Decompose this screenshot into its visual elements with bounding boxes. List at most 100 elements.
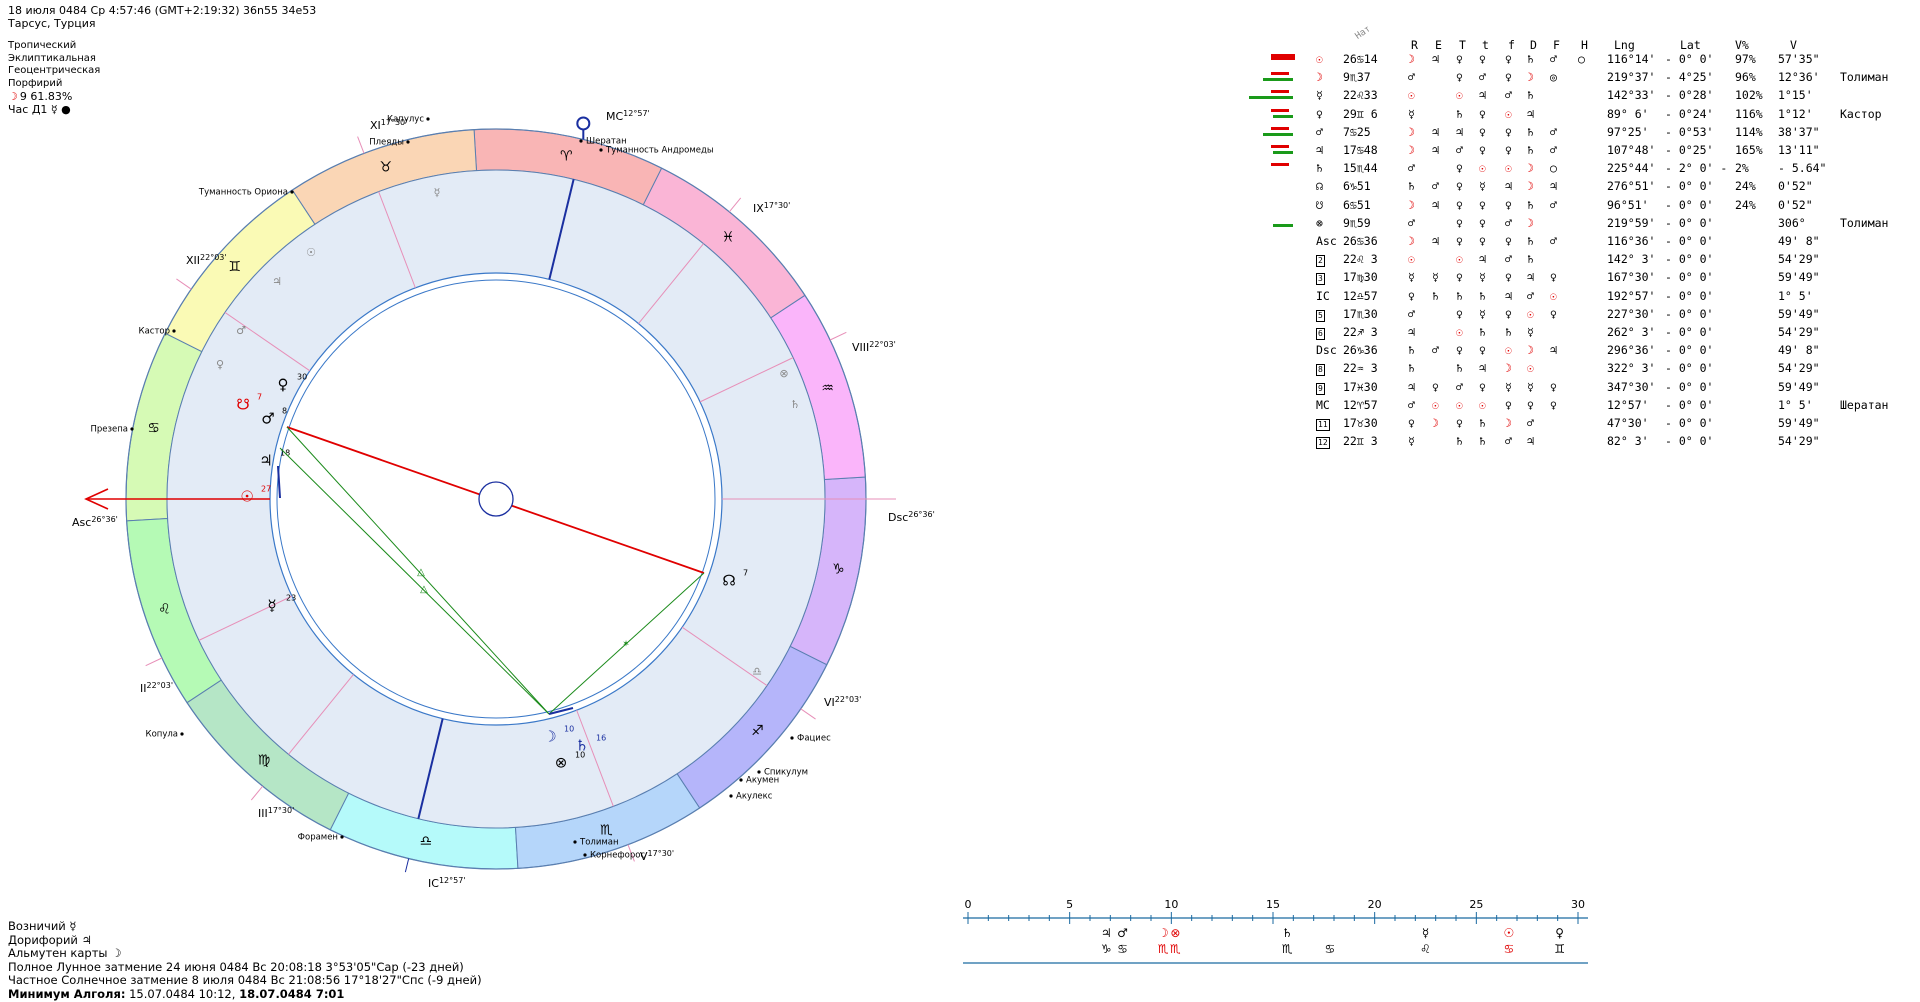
row-latitude: - 0° 0' xyxy=(1665,197,1714,212)
row-ruler-glyph: ♀ xyxy=(1550,379,1557,394)
table-row[interactable]: 12 22♊ 3 ☿ ♄ ♄ ♂ ♃ 82° 3' - 0° 0' 54'29" xyxy=(1240,432,1920,450)
row-position: 7♋25 xyxy=(1343,124,1371,139)
house-label-degree: 17°30' xyxy=(764,201,791,210)
row-speed: 1° 5' xyxy=(1778,288,1813,303)
row-latitude: - 0° 0' xyxy=(1665,179,1714,194)
row-position: 12♈57 xyxy=(1343,397,1378,412)
fixed-star-label: Форамен xyxy=(298,833,338,843)
row-ruler-glyph: ♀ xyxy=(1456,306,1463,321)
house-label: Asc26°36' xyxy=(72,515,118,530)
house-label: VIII22°03' xyxy=(852,340,896,355)
row-ruler-glyph: ☽ xyxy=(1527,343,1534,358)
row-speed-percent: 24% xyxy=(1735,197,1756,212)
row-ruler-glyph: ☿ xyxy=(1479,306,1486,321)
row-speed: 1° 5' xyxy=(1778,397,1813,412)
table-row[interactable]: ♀ 29♊ 6 ☿ ♄ ♀ ☉ ♃ 89° 6' - 0°24' 116% 1°12' Кастор xyxy=(1240,105,1920,123)
table-row[interactable]: Asc 26♋36 ☽ ♃ ♀ ♀ ♀ ♄ ♂ 116°36' - 0° 0' 49' 8" xyxy=(1240,232,1920,250)
table-row[interactable]: 5 17♏30 ♂ ♀ ☿ ♀ ☉ ♀ 227°30' - 0° 0' 59'49" xyxy=(1240,305,1920,323)
row-object-name: Asc xyxy=(1316,234,1337,248)
table-row[interactable]: ☿ 22♌33 ☉ ☉ ♃ ♂ ♄ 142°33' - 0°28' 102% 1°15' xyxy=(1240,86,1920,104)
row-ruler-glyph: ♃ xyxy=(1432,197,1439,212)
table-row[interactable]: 3 17♍30 ☿ ☿ ♀ ☿ ♀ ♃ ♀ 167°30' - 0° 0' 59'49" xyxy=(1240,268,1920,286)
fixed-star-label: Туманность Ориона xyxy=(198,188,288,198)
row-ruler-glyph: ♀ xyxy=(1456,161,1463,176)
table-row[interactable]: ☊ 6♑51 ♄ ♂ ♀ ☿ ♃ ☽ ♃ 276°51' - 0° 0' 24% 0'52" xyxy=(1240,177,1920,195)
row-ruler-glyph: ♀ xyxy=(1479,197,1486,212)
row-object-name: 2 xyxy=(1316,252,1325,268)
house-number-box: 8 xyxy=(1316,364,1325,377)
fixed-star-dot xyxy=(180,732,184,736)
row-ruler-glyph: ♃ xyxy=(1527,434,1534,449)
row-speed-percent: 24% xyxy=(1735,179,1756,194)
table-row[interactable]: ☋ 6♋51 ☽ ♃ ♀ ♀ ♀ ♄ ♂ 96°51' - 0° 0' 24% 0'52" xyxy=(1240,196,1920,214)
row-speed: 59'49" xyxy=(1778,306,1820,321)
row-longitude: 192°57' xyxy=(1607,288,1656,303)
fixed-star-dot xyxy=(599,148,603,152)
table-row[interactable]: 9 17♓30 ♃ ♀ ♂ ♀ ☿ ☿ ♀ 347°30' - 0° 0' 59'49" xyxy=(1240,378,1920,396)
row-latitude: - 0° 0' xyxy=(1665,252,1714,267)
house-label-degree: 26°36' xyxy=(908,510,935,519)
row-longitude: 167°30' xyxy=(1607,270,1656,285)
row-longitude: 142°33' xyxy=(1607,88,1656,103)
table-row[interactable]: ☉ 26♋14 ☽ ♃ ♀ ♀ ♀ ♄ ♂ ○ 116°14' - 0° 0' 97% 57'35" xyxy=(1240,50,1920,68)
row-speed-percent: 165% xyxy=(1735,143,1763,157)
table-row[interactable]: ♂ 7♋25 ☽ ♃ ♃ ♀ ♀ ♄ ♂ 97°25' - 0°53' 114% 38'37" xyxy=(1240,123,1920,141)
table-row[interactable]: ♃ 17♋48 ☽ ♃ ♂ ♀ ♀ ♄ ♂ 107°48' - 0°25' 165% 13'11" xyxy=(1240,141,1920,159)
house-outer-tick xyxy=(250,785,264,801)
house-label-degree: 26°36' xyxy=(91,515,118,524)
table-row[interactable]: 2 22♌ 3 ☉ ☉ ♃ ♂ ♄ 142° 3' - 0° 0' 54'29" xyxy=(1240,250,1920,268)
strength-bar-red xyxy=(1271,90,1289,94)
row-object-name: ☊ xyxy=(1316,179,1323,194)
row-ruler-glyph: ☽ xyxy=(1408,197,1415,212)
mc-marker xyxy=(576,116,591,131)
row-ruler-glyph: ♀ xyxy=(1456,234,1463,248)
row-latitude: - 0° 0' xyxy=(1665,361,1714,376)
row-speed: 59'49" xyxy=(1778,270,1820,285)
fixed-star-dot xyxy=(426,117,430,121)
row-speed: 306° xyxy=(1778,215,1806,230)
fixed-star-dot xyxy=(739,778,743,782)
row-longitude: 262° 3' xyxy=(1607,325,1656,339)
fixed-star-label: Фациес xyxy=(797,734,831,744)
row-ruler-glyph: ☉ xyxy=(1408,88,1415,103)
table-row[interactable]: 11 17♉30 ♀ ☽ ♀ ♄ ☽ ♂ 47°30' - 0° 0' 59'49" xyxy=(1240,414,1920,432)
table-row[interactable]: IC 12♎57 ♀ ♄ ♄ ♄ ♃ ♂ ☉ 192°57' - 0° 0' 1° 5' xyxy=(1240,287,1920,305)
house-number-box: 2 xyxy=(1316,255,1325,268)
row-ruler-glyph: ♂ xyxy=(1527,416,1534,430)
row-ruler-glyph: ♄ xyxy=(1527,234,1534,248)
house-label-degree: 12°57' xyxy=(623,109,650,118)
table-row[interactable]: Dsc 26♑36 ♄ ♂ ♀ ♀ ☉ ☽ ♃ 296°36' - 0° 0' 49' 8" xyxy=(1240,341,1920,359)
row-ruler-glyph: ♀ xyxy=(1505,306,1512,321)
table-row[interactable]: 8 22♒ 3 ♄ ♄ ♃ ☽ ☉ 322° 3' - 0° 0' 54'29" xyxy=(1240,359,1920,377)
row-latitude: - 4°25' xyxy=(1665,70,1714,85)
row-speed: 0'52" xyxy=(1778,197,1813,212)
aspect-glyph: △ xyxy=(417,567,425,578)
row-speed-percent: 97% xyxy=(1735,52,1756,66)
row-ruler-glyph: ☽ xyxy=(1408,52,1415,66)
row-ruler-glyph: ♂ xyxy=(1505,252,1512,267)
row-speed-percent: 2% xyxy=(1735,161,1749,176)
table-row[interactable]: ☽ 9♏37 ♂ ♀ ♂ ♀ ☽ ◎ 219°37' - 4°25' 96% 12°36' Толима… xyxy=(1240,68,1920,86)
row-ruler-glyph: ☽ xyxy=(1432,416,1439,430)
row-ruler-glyph: ☿ xyxy=(1479,179,1486,194)
row-longitude: 96°51' xyxy=(1607,197,1649,212)
row-ruler-glyph: ♃ xyxy=(1550,343,1557,358)
row-ruler-glyph: ♂ xyxy=(1550,234,1557,248)
strength-bar-red xyxy=(1271,163,1289,167)
table-row[interactable]: ♄ 15♏44 ♂ ♀ ☉ ☉ ☽ ○ 225°44' - 2° 0' - 2% - 5.64" xyxy=(1240,159,1920,177)
row-object-name: ☉ xyxy=(1316,52,1323,66)
house-label: IX17°30' xyxy=(753,201,790,216)
fixed-star-dot xyxy=(757,770,761,774)
row-ruler-glyph: ♀ xyxy=(1550,306,1557,321)
house-outer-tick xyxy=(145,657,163,667)
ring-marker-glyph: ☿ xyxy=(434,186,441,199)
strength-bar-green xyxy=(1273,223,1293,227)
table-row[interactable]: ⊗ 9♏59 ♂ ♀ ♀ ♂ ☽ 219°59' - 0° 0' 306° Толиман xyxy=(1240,214,1920,232)
row-speed: 57'35" xyxy=(1778,52,1820,66)
row-ruler-glyph: ♄ xyxy=(1527,124,1534,139)
row-position: 22♐ 3 xyxy=(1343,325,1378,339)
center-earth-circle xyxy=(478,481,514,517)
table-row[interactable]: MC 12♈57 ♂ ☉ ☉ ☉ ♀ ♀ ♀ 12°57' - 0° 0' 1° 5' Шератан xyxy=(1240,396,1920,414)
table-row[interactable]: 6 22♐ 3 ♃ ☉ ♄ ♄ ☿ 262° 3' - 0° 0' 54'29" xyxy=(1240,323,1920,341)
ring-marker-glyph: ♄ xyxy=(790,398,800,411)
